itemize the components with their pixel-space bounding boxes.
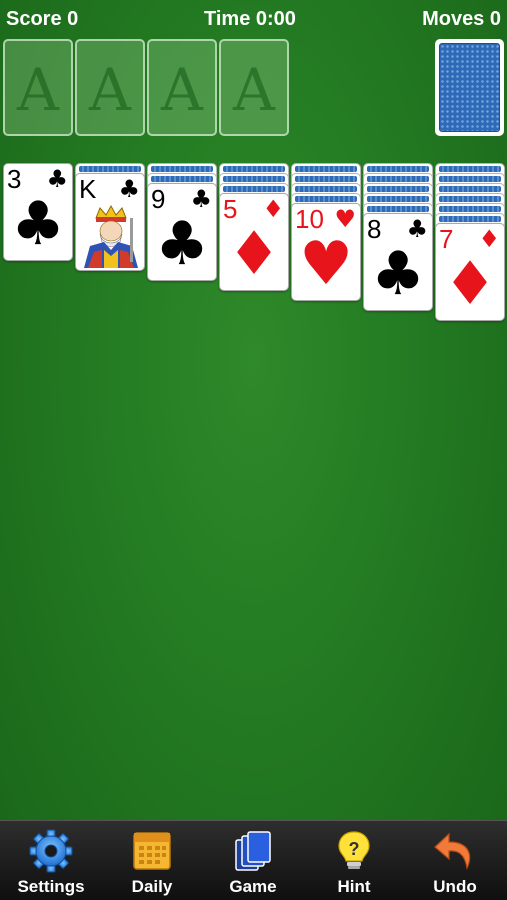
settings-button[interactable]: Settings — [1, 821, 101, 900]
daily-label: Daily — [131, 877, 173, 896]
card-suit-large: ♦ — [443, 249, 497, 319]
king-portrait — [80, 204, 142, 268]
stock-pile[interactable] — [435, 39, 504, 136]
face-up-card[interactable]: 7 ♦ ♦ — [435, 223, 505, 321]
foundation-slot-4[interactable]: A — [219, 39, 289, 136]
card-suit-large: ♣ — [11, 189, 65, 259]
face-up-card[interactable]: K ♣ — [75, 173, 145, 271]
daily-button[interactable]: Daily — [102, 821, 202, 900]
card-suit-small: ♣ — [118, 175, 140, 203]
foundation-placeholder: A — [161, 55, 203, 124]
foundation-slot-1[interactable]: A — [3, 39, 73, 136]
game-button[interactable]: Game — [203, 821, 303, 900]
game-label: Game — [229, 877, 277, 896]
foundation-slot-2[interactable]: A — [75, 39, 145, 136]
time-label: Time 0:00 — [204, 8, 296, 30]
undo-arrow-icon — [434, 832, 471, 871]
gear-icon — [29, 829, 73, 873]
foundation-placeholder: A — [233, 55, 275, 124]
hint-button[interactable]: ? Hint — [304, 821, 404, 900]
card-suit-large: ♥ — [299, 229, 353, 299]
foundation-slot-3[interactable]: A — [147, 39, 217, 136]
foundation-placeholder: A — [89, 55, 131, 124]
face-up-card[interactable]: 10 ♥ ♥ — [291, 203, 361, 301]
card-suit-large: ♣ — [371, 239, 425, 309]
moves-label: Moves 0 — [422, 8, 501, 30]
status-bar: Score 0 Time 0:00 Moves 0 — [0, 0, 507, 38]
bottom-toolbar: Settings Daily Game ? Hint Undo — [0, 820, 507, 900]
face-up-card[interactable]: 8 ♣ ♣ — [363, 213, 433, 311]
settings-label: Settings — [17, 877, 85, 896]
card-rank: K — [79, 174, 97, 204]
undo-label: Undo — [433, 877, 477, 896]
svg-text:?: ? — [349, 839, 360, 859]
undo-button[interactable]: Undo — [405, 821, 505, 900]
lightbulb-icon: ? — [338, 831, 370, 869]
card-suit-large: ♦ — [227, 219, 281, 289]
card-back — [439, 43, 500, 132]
face-up-card[interactable]: 3 ♣ ♣ — [3, 163, 73, 261]
score-label: Score 0 — [6, 8, 79, 30]
calendar-icon — [133, 832, 171, 870]
card-suit-large: ♣ — [155, 209, 209, 279]
face-up-card[interactable]: 5 ♦ ♦ — [219, 193, 289, 291]
hint-label: Hint — [337, 877, 371, 896]
foundation-placeholder: A — [17, 55, 59, 124]
face-up-card[interactable]: 9 ♣ ♣ — [147, 183, 217, 281]
cards-icon — [235, 831, 271, 871]
